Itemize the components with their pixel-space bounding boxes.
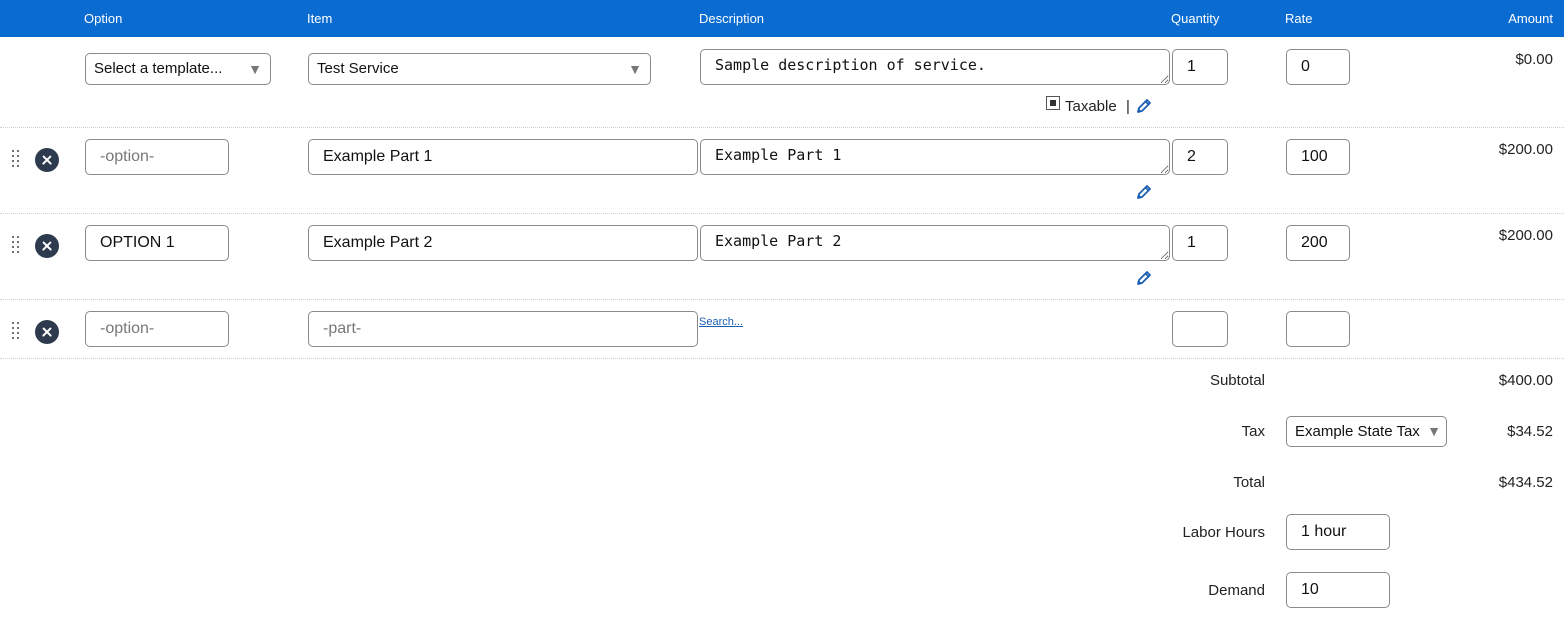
- tax-label: Tax: [1241, 423, 1265, 440]
- total-value: $434.52: [1498, 474, 1553, 491]
- rate-field[interactable]: [1286, 311, 1350, 347]
- quantity-field[interactable]: [1172, 139, 1228, 175]
- header-description: Description: [699, 11, 765, 26]
- table-row: Example Part 2 $200.00: [0, 214, 1564, 299]
- new-row: Search...: [0, 300, 1564, 358]
- subtotal-label: Subtotal: [1209, 372, 1265, 389]
- amount-value: $200.00: [1498, 227, 1553, 244]
- demand-field[interactable]: [1286, 572, 1390, 608]
- drag-handle-icon[interactable]: [11, 149, 23, 167]
- rate-field[interactable]: [1286, 139, 1350, 175]
- pencil-icon[interactable]: [1135, 97, 1153, 115]
- remove-icon[interactable]: [35, 234, 59, 258]
- demand-label: Demand: [1208, 582, 1265, 599]
- checkbox-icon[interactable]: [1046, 96, 1060, 110]
- item-select-value: Test Service: [317, 60, 399, 77]
- separator: |: [1126, 98, 1130, 115]
- drag-handle-icon[interactable]: [11, 235, 23, 253]
- quantity-field[interactable]: [1172, 49, 1228, 85]
- description-field[interactable]: Example Part 1: [700, 139, 1170, 175]
- quantity-field[interactable]: [1172, 311, 1228, 347]
- chevron-down-icon: ▼: [628, 61, 642, 77]
- remove-icon[interactable]: [35, 148, 59, 172]
- tax-select[interactable]: Example State Tax ▼: [1286, 416, 1447, 447]
- template-select-value: Select a template...: [94, 60, 223, 77]
- item-field[interactable]: [308, 139, 698, 175]
- item-field[interactable]: [308, 225, 698, 261]
- option-field[interactable]: [85, 225, 229, 261]
- template-select[interactable]: Select a template... ▼: [85, 53, 271, 85]
- option-field[interactable]: [85, 311, 229, 347]
- pencil-icon[interactable]: [1135, 269, 1153, 287]
- template-row: Select a template... ▼ Test Service ▼ Sa…: [0, 37, 1564, 127]
- labor-hours-field[interactable]: [1286, 514, 1390, 550]
- header-item: Item: [307, 11, 333, 26]
- search-link[interactable]: Search...: [699, 316, 743, 328]
- chevron-down-icon: ▼: [1427, 423, 1441, 439]
- header-option: Option: [84, 11, 123, 26]
- drag-handle-icon[interactable]: [11, 321, 23, 339]
- pencil-icon[interactable]: [1135, 183, 1153, 201]
- total-label: Total: [1233, 474, 1265, 491]
- header-rate: Rate: [1285, 11, 1313, 26]
- tax-value: $34.52: [1507, 423, 1553, 440]
- chevron-down-icon: ▼: [248, 61, 262, 77]
- row-divider: [0, 358, 1564, 359]
- tax-select-value: Example State Tax: [1295, 423, 1420, 440]
- amount-value: $200.00: [1498, 141, 1553, 158]
- table-row: Example Part 1 $200.00: [0, 128, 1564, 213]
- rate-field[interactable]: [1286, 49, 1350, 85]
- header-quantity: Quantity: [1171, 11, 1220, 26]
- header-amount: Amount: [1508, 11, 1553, 26]
- option-field[interactable]: [85, 139, 229, 175]
- labor-hours-label: Labor Hours: [1182, 524, 1265, 541]
- rate-field[interactable]: [1286, 225, 1350, 261]
- item-select[interactable]: Test Service ▼: [308, 53, 651, 85]
- description-field[interactable]: Sample description of service.: [700, 49, 1170, 85]
- description-field[interactable]: Example Part 2: [700, 225, 1170, 261]
- taxable-label: Taxable: [1065, 98, 1117, 115]
- subtotal-value: $400.00: [1498, 372, 1553, 389]
- remove-icon[interactable]: [35, 320, 59, 344]
- quantity-field[interactable]: [1172, 225, 1228, 261]
- part-field[interactable]: [308, 311, 698, 347]
- table-header: Option Item Description Quantity Rate Am…: [0, 0, 1564, 37]
- amount-value: $0.00: [1515, 51, 1553, 68]
